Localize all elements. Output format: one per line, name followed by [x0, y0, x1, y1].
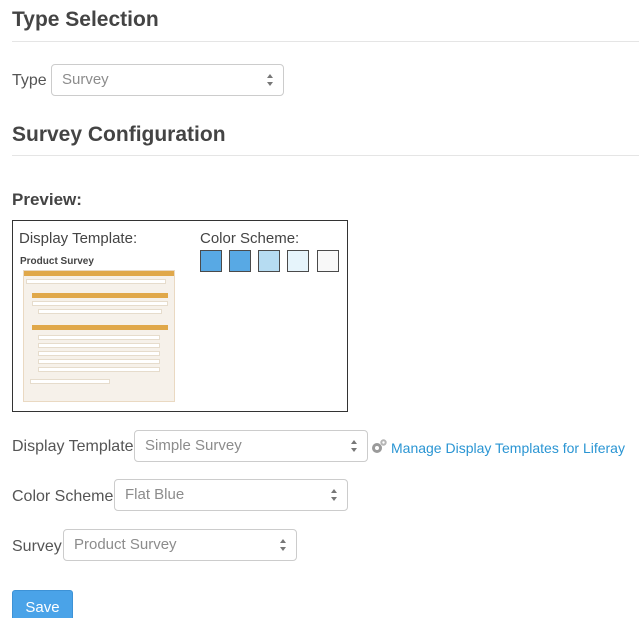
- divider: [12, 41, 639, 42]
- select-arrows-icon: [351, 440, 357, 452]
- thumbnail-title: Product Survey: [20, 256, 94, 267]
- thumbnail-card: [23, 270, 175, 402]
- preview-display-template-label: Display Template:: [19, 230, 138, 247]
- gear-icon: [372, 439, 387, 453]
- thumbnail-question-bar: [32, 325, 168, 330]
- thumbnail-line: [38, 359, 160, 364]
- manage-display-templates-link[interactable]: Manage Display Templates for Liferay: [370, 438, 625, 456]
- preview-panel: Display Template: Color Scheme: Product …: [12, 220, 348, 412]
- thumbnail-line: [32, 301, 168, 306]
- manage-display-templates-text: Manage Display Templates for Liferay: [391, 440, 625, 456]
- thumbnail-line: [38, 335, 160, 340]
- thumbnail-line: [38, 367, 160, 372]
- divider: [12, 155, 639, 156]
- thumbnail-line: [38, 343, 160, 348]
- display-template-label: Display Template: [12, 438, 134, 455]
- page: Type Selection Type Survey Survey Config…: [0, 0, 639, 618]
- display-template-select[interactable]: Simple Survey: [134, 430, 368, 462]
- color-swatch-1: [200, 250, 222, 272]
- color-swatch-2: [229, 250, 251, 272]
- select-arrows-icon: [280, 539, 286, 551]
- survey-select-value: Product Survey: [74, 536, 177, 553]
- color-scheme-label: Color Scheme: [12, 488, 114, 505]
- color-scheme-select[interactable]: Flat Blue: [114, 479, 348, 511]
- thumbnail-question-bar: [32, 293, 168, 298]
- select-arrows-icon: [267, 74, 273, 86]
- select-arrows-icon: [331, 489, 337, 501]
- type-label: Type: [12, 72, 47, 89]
- thumbnail-line: [38, 309, 162, 314]
- type-select-value: Survey: [62, 71, 109, 88]
- preview-label: Preview:: [12, 190, 82, 209]
- survey-configuration-heading: Survey Configuration: [12, 123, 226, 146]
- display-template-thumbnail: Product Survey: [20, 256, 180, 402]
- color-swatch-4: [287, 250, 309, 272]
- color-scheme-select-value: Flat Blue: [125, 486, 185, 503]
- color-swatch-5: [317, 250, 339, 272]
- preview-color-scheme-label: Color Scheme:: [200, 230, 300, 247]
- save-button[interactable]: Save: [12, 590, 73, 618]
- type-select[interactable]: Survey: [51, 64, 284, 96]
- thumbnail-line: [38, 351, 160, 356]
- color-swatch-3: [258, 250, 280, 272]
- survey-label: Survey: [12, 538, 62, 555]
- display-template-select-value: Simple Survey: [145, 437, 242, 454]
- survey-select[interactable]: Product Survey: [63, 529, 297, 561]
- thumbnail-line: [30, 379, 110, 384]
- thumbnail-line: [26, 279, 166, 284]
- type-selection-heading: Type Selection: [12, 8, 159, 31]
- thumbnail-header-bar: [24, 271, 174, 276]
